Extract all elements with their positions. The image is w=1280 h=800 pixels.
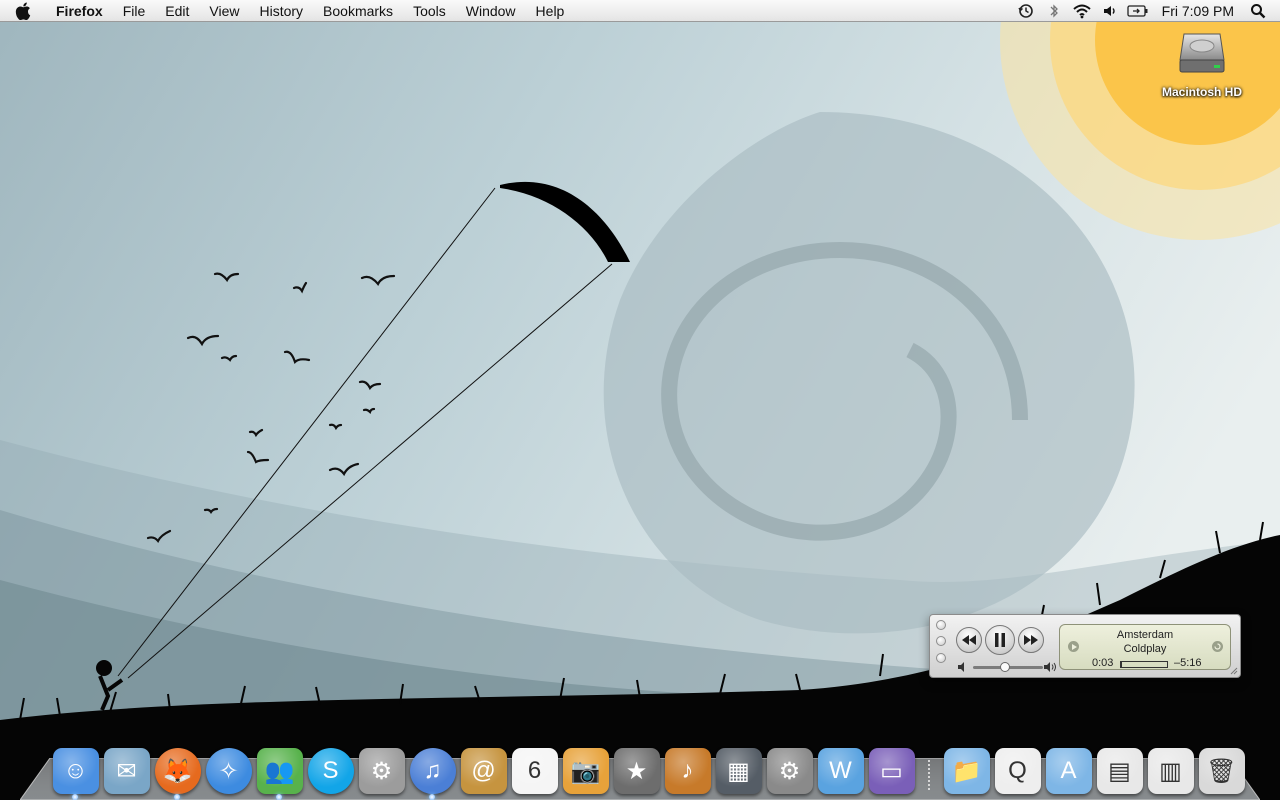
song-title: Amsterdam xyxy=(1116,629,1174,641)
downloads-stack-icon: ▤ xyxy=(1096,748,1143,794)
dock-item-itunes[interactable]: ♫ xyxy=(407,740,458,800)
dock-item-safari[interactable]: ✧ xyxy=(203,740,254,794)
dock-separator[interactable] xyxy=(917,740,941,794)
zoom-window-button[interactable] xyxy=(936,653,946,663)
wallpaper xyxy=(0,0,1280,800)
dock-item-garageband[interactable]: ♪ xyxy=(662,740,713,794)
dock-item-downloads-stack[interactable]: ▤ xyxy=(1094,740,1145,794)
next-track-button[interactable] xyxy=(1018,627,1044,653)
disk-label: Macintosh HD xyxy=(1161,85,1242,99)
macintosh-hd-icon[interactable]: Macintosh HD xyxy=(1156,30,1248,99)
progress-bar[interactable] xyxy=(1120,661,1168,668)
running-indicator xyxy=(429,794,435,800)
desktop xyxy=(0,0,1280,800)
itunes-mini-player[interactable]: Amsterdam Coldplay 0:03 –5:16 xyxy=(929,614,1241,678)
apple-icon xyxy=(15,2,31,20)
finder-icon: ☺ xyxy=(52,748,99,794)
previous-track-button[interactable] xyxy=(956,627,982,653)
menu-app-firefox[interactable]: Firefox xyxy=(46,0,113,22)
mail-icon: ✉ xyxy=(103,748,150,794)
dock-item-messenger[interactable]: 👥 xyxy=(254,740,305,800)
dock-item-iphoto[interactable]: 📷 xyxy=(560,740,611,794)
documents-folder-icon: 📁 xyxy=(943,748,990,794)
menu-history[interactable]: History xyxy=(249,0,313,22)
dock-item-firefox-download[interactable]: ▥ xyxy=(1145,740,1196,794)
menu-view[interactable]: View xyxy=(199,0,249,22)
menu-window[interactable]: Window xyxy=(456,0,526,22)
volume-low-icon xyxy=(958,662,964,672)
firefox-download-icon: ▥ xyxy=(1147,748,1194,794)
menu-bookmarks[interactable]: Bookmarks xyxy=(313,0,403,22)
gba-emulator-icon: ▭ xyxy=(868,748,915,794)
time-machine-icon[interactable] xyxy=(1012,0,1040,22)
remaining-time: –5:16 xyxy=(1174,657,1202,669)
volume-icon[interactable] xyxy=(1096,0,1124,22)
pause-icon xyxy=(995,633,1005,647)
battery-icon[interactable] xyxy=(1124,0,1152,22)
trash-icon: 🗑 xyxy=(1198,748,1245,794)
hard-drive-icon xyxy=(1179,33,1225,73)
skype-icon: S xyxy=(307,748,354,794)
dock-item-system-preferences[interactable]: ⚙ xyxy=(764,740,815,794)
dock-item-mail[interactable]: ✉ xyxy=(101,740,152,794)
bluetooth-icon[interactable] xyxy=(1040,0,1068,22)
minimize-window-button[interactable] xyxy=(936,636,946,646)
play-pause-button[interactable] xyxy=(985,625,1015,655)
dock-item-automator[interactable]: ⚙ xyxy=(356,740,407,794)
mpeg-file-icon: Q xyxy=(994,748,1041,794)
word-icon: W xyxy=(817,748,864,794)
dock-item-gba-emulator[interactable]: ▭ xyxy=(866,740,917,794)
elapsed-time: 0:03 xyxy=(1092,657,1114,669)
messenger-icon: 👥 xyxy=(256,748,303,794)
dock-item-imovie[interactable]: ★ xyxy=(611,740,662,794)
firefox-icon: 🦊 xyxy=(154,748,201,794)
iphoto-icon: 📷 xyxy=(562,748,609,794)
resize-grip-icon[interactable] xyxy=(1230,667,1238,675)
dock: ☺ ✉ 🦊 ✧ 👥 S ⚙ ♫ @6 📷 ★ ♪ ▦ ⚙ W ▭ 📁 Q A ▤ ▥ 🗑 xyxy=(50,734,1247,800)
song-artist: Coldplay xyxy=(1123,643,1167,655)
dock-item-firefox[interactable]: 🦊 xyxy=(152,740,203,800)
ical-icon: 6 xyxy=(511,748,558,794)
running-indicator xyxy=(174,794,180,800)
lcd-toggle-icon[interactable] xyxy=(1212,641,1223,652)
menu-edit[interactable]: Edit xyxy=(155,0,199,22)
dock-item-word[interactable]: W xyxy=(815,740,866,794)
rewind-icon xyxy=(962,635,976,645)
system-preferences-icon: ⚙ xyxy=(766,748,813,794)
dock-item-finder[interactable]: ☺ xyxy=(50,740,101,800)
menu-clock[interactable]: Fri 7:09 PM xyxy=(1152,3,1244,19)
garageband-icon: ♪ xyxy=(664,748,711,794)
dock-item-dashboard[interactable]: ▦ xyxy=(713,740,764,794)
menu-file[interactable]: File xyxy=(113,0,156,22)
dock-item-mpeg-file[interactable]: Q xyxy=(992,740,1043,794)
menu-help[interactable]: Help xyxy=(526,0,575,22)
fast-forward-icon xyxy=(1024,635,1038,645)
dock-item-ical[interactable]: 6 xyxy=(509,740,560,794)
automator-icon: ⚙ xyxy=(358,748,405,794)
track-display[interactable]: Amsterdam Coldplay 0:03 –5:16 xyxy=(1059,624,1231,670)
address-book-icon: @ xyxy=(460,748,507,794)
volume-high-icon xyxy=(1044,662,1056,672)
imovie-icon: ★ xyxy=(613,748,660,794)
spotlight-icon[interactable] xyxy=(1244,0,1272,22)
dock-item-skype[interactable]: S xyxy=(305,740,356,794)
menu-bar: Firefox File Edit View History Bookmarks… xyxy=(0,0,1280,22)
running-indicator xyxy=(276,794,282,800)
close-window-button[interactable] xyxy=(936,620,946,630)
safari-icon: ✧ xyxy=(205,748,252,794)
dashboard-icon: ▦ xyxy=(715,748,762,794)
volume-knob[interactable] xyxy=(999,662,1010,672)
wifi-icon[interactable] xyxy=(1068,0,1096,22)
itunes-icon: ♫ xyxy=(409,748,456,794)
menu-tools[interactable]: Tools xyxy=(403,0,456,22)
dock-item-address-book[interactable]: @ xyxy=(458,740,509,794)
dock-item-applications-folder[interactable]: A xyxy=(1043,740,1094,794)
running-indicator xyxy=(72,794,78,800)
apple-menu[interactable] xyxy=(0,0,46,22)
dock-item-documents-folder[interactable]: 📁 xyxy=(941,740,992,794)
applications-folder-icon: A xyxy=(1045,748,1092,794)
volume-slider[interactable] xyxy=(958,660,1056,674)
dock-item-trash[interactable]: 🗑 xyxy=(1196,740,1247,794)
